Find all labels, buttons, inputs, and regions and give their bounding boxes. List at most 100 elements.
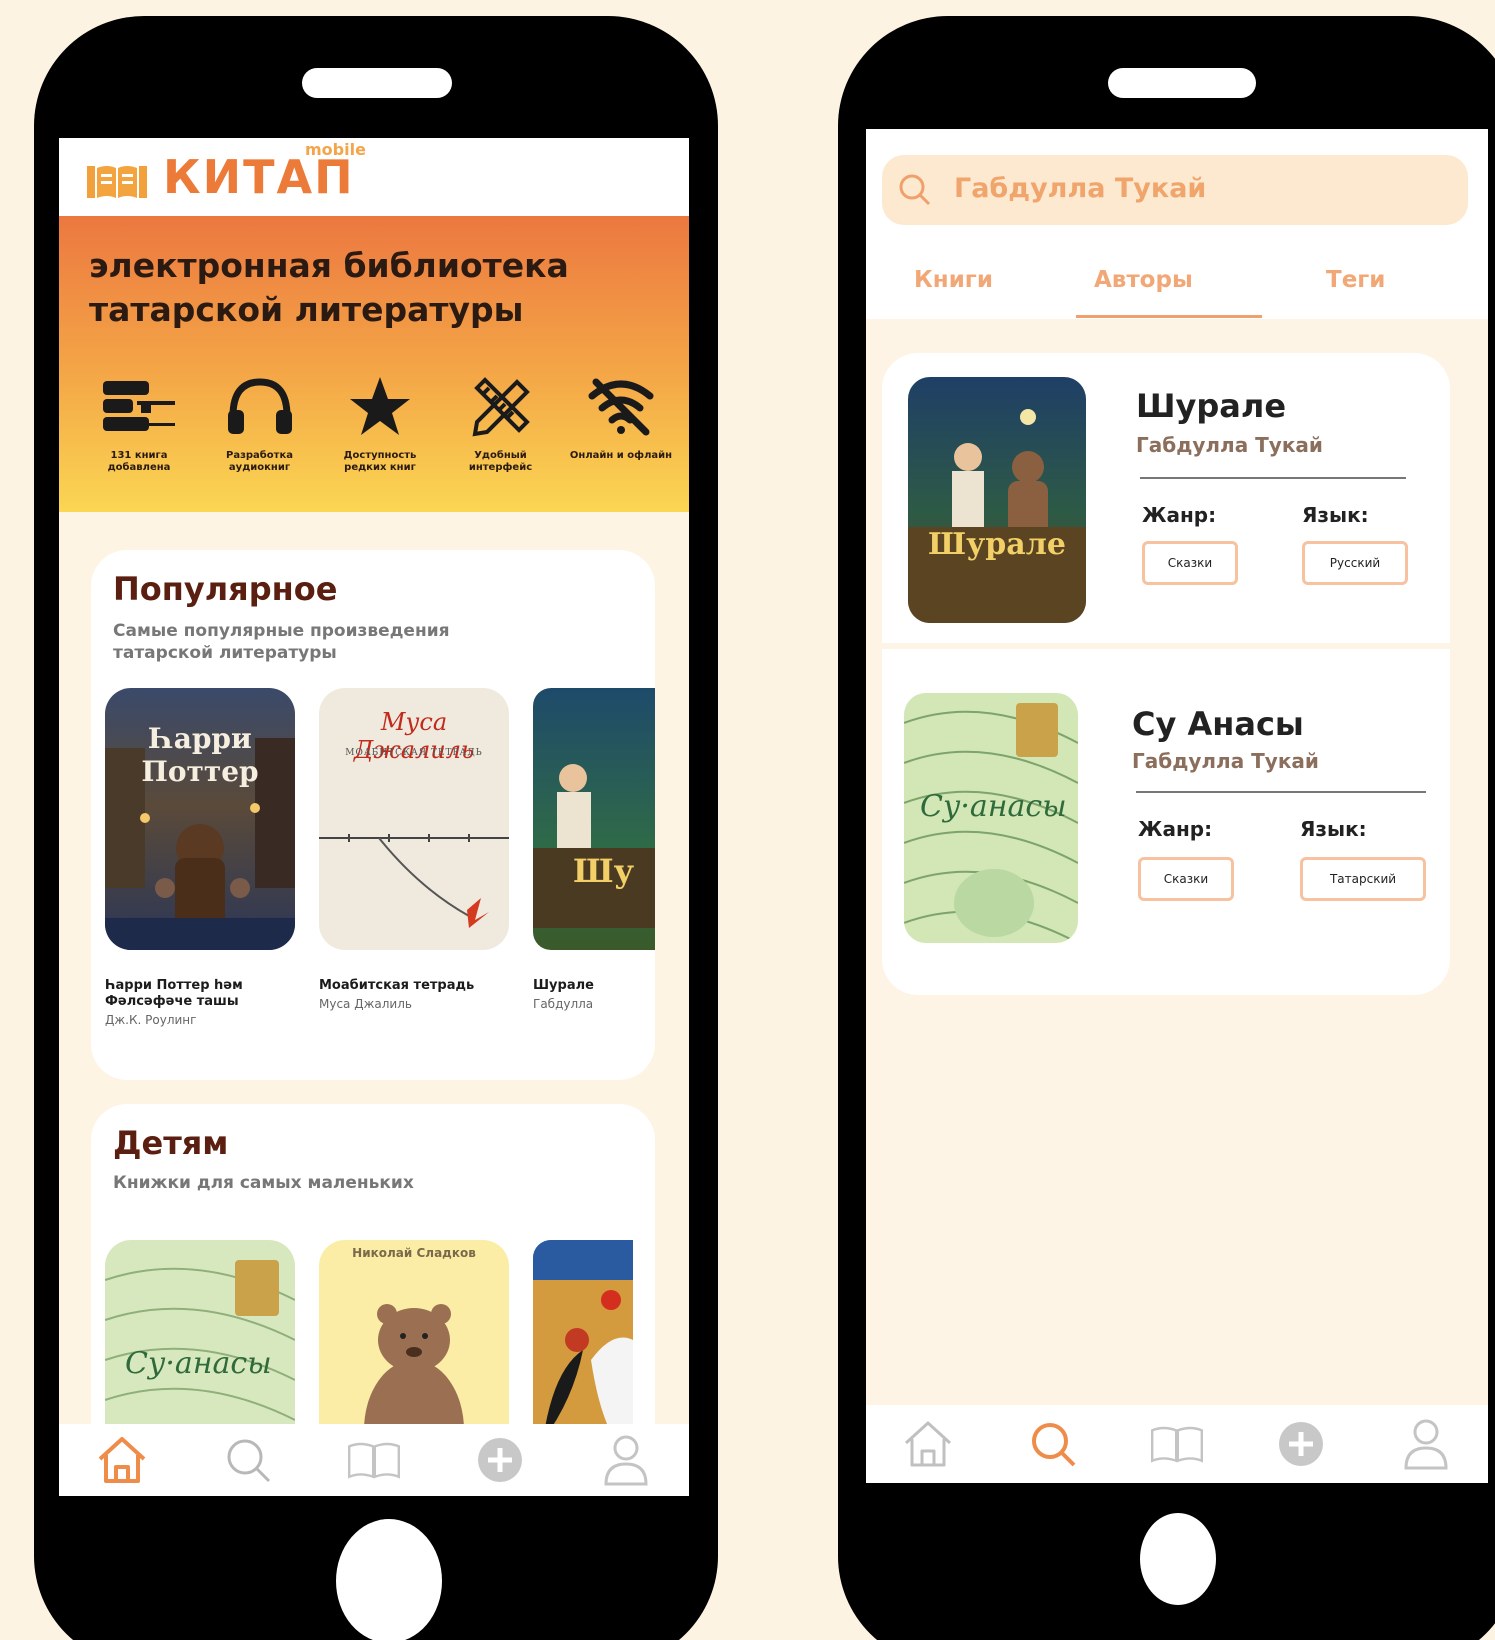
- tab-add[interactable]: [472, 1432, 528, 1488]
- search-query: Габдулла Тукай: [954, 173, 1207, 204]
- search-screen: Габдулла Тукай Книги Авторы Теги Шурале …: [866, 129, 1488, 1483]
- tab-profile[interactable]: [1398, 1416, 1454, 1472]
- feature-list: 131 книга добавлена Разработка аудиокниг: [85, 368, 675, 474]
- result-card-shurale[interactable]: Шурале Шурале Габдулла Тукай Жанр: Язык:…: [882, 353, 1450, 643]
- home-screen: КИТАП mobile электронная библиотека тата…: [59, 138, 689, 1496]
- section-title: Популярное: [113, 570, 338, 608]
- section-subtitle: Книжки для самых маленьких: [113, 1173, 414, 1193]
- book-cover[interactable]: Шурале: [908, 377, 1086, 623]
- tab-library[interactable]: [346, 1432, 402, 1488]
- feature-label: 131 книга добавлена: [107, 450, 171, 473]
- language-label: Язык:: [1302, 503, 1369, 527]
- book-title: Шурале: [533, 978, 594, 993]
- tab-home[interactable]: [900, 1416, 956, 1472]
- result-author: Габдулла Тукай: [1132, 749, 1319, 773]
- divider: [1136, 791, 1426, 793]
- book-logo-icon: [87, 166, 147, 198]
- genre-label: Жанр:: [1138, 817, 1213, 841]
- cover-title: Шу: [573, 852, 635, 890]
- app-header: КИТАП mobile: [59, 138, 689, 216]
- genre-label: Жанр:: [1142, 503, 1217, 527]
- popular-section: Популярное Самые популярные произведения…: [91, 550, 655, 1080]
- tab-add[interactable]: [1273, 1416, 1329, 1472]
- feature-label: Доступность редких книг: [343, 450, 417, 473]
- bottom-navigation: [866, 1405, 1488, 1483]
- headphones-icon: [227, 378, 292, 434]
- profile-icon: [604, 1435, 648, 1486]
- tab-search[interactable]: [1025, 1416, 1081, 1472]
- book-author: Дж.К. Роулинг: [105, 1013, 197, 1027]
- feature-rare-books: Доступность редких книг: [326, 368, 434, 474]
- book-cover[interactable]: Муса Джалиль МОАБИТСКАЯ ТЕТРАДЬ: [319, 688, 509, 950]
- result-title: Шурале: [1136, 387, 1287, 425]
- cover-title: Шурале: [928, 527, 1066, 562]
- result-card-su-anasy[interactable]: Су·анасы Су Анасы Габдулла Тукай Жанр: Я…: [882, 649, 1450, 995]
- book-icon: [1150, 1426, 1203, 1463]
- phone-search: Габдулла Тукай Книги Авторы Теги Шурале …: [838, 16, 1495, 1640]
- profile-icon: [1404, 1419, 1448, 1470]
- feature-label: Онлайн и офлайн: [569, 450, 673, 461]
- bookshelf-icon: [103, 381, 175, 431]
- home-button[interactable]: [1140, 1513, 1216, 1605]
- book-author: Муса Джалиль: [319, 997, 412, 1011]
- hero-banner: электронная библиотека татарской литерат…: [59, 216, 689, 512]
- book-card-harry-potter[interactable]: Һарри Поттер Һарри Поттер һәм Фәлсәфәче …: [105, 688, 295, 1028]
- cover-title: Су·анасы: [920, 789, 1067, 824]
- hero-title: электронная библиотека татарской литерат…: [89, 246, 569, 329]
- search-input[interactable]: Габдулла Тукай: [882, 155, 1468, 225]
- wifi-off-icon: [588, 378, 654, 436]
- result-author: Габдулла Тукай: [1136, 433, 1323, 457]
- tab-books[interactable]: Книги: [914, 267, 993, 293]
- feature-interface: Удобный интерфейс: [447, 368, 555, 474]
- feature-label: Разработка аудиокниг: [226, 450, 293, 473]
- cover-title: Су·анасы: [125, 1346, 272, 1381]
- language-label: Язык:: [1300, 817, 1367, 841]
- plus-icon: [478, 1438, 522, 1482]
- feature-books-count: 131 книга добавлена: [85, 368, 193, 474]
- feature-label: Удобный интерфейс: [468, 450, 533, 473]
- tab-home[interactable]: [94, 1432, 150, 1488]
- book-title: Һарри Поттер һәм Фәлсәфәче ташы: [105, 978, 243, 1009]
- home-button[interactable]: [336, 1519, 442, 1640]
- bottom-navigation: [59, 1424, 689, 1496]
- section-subtitle: Самые популярные произведения татарской …: [113, 621, 450, 663]
- speaker: [1108, 68, 1256, 98]
- tab-profile[interactable]: [598, 1432, 654, 1488]
- cover-title: Һарри Поттер: [141, 722, 259, 788]
- tab-authors[interactable]: Авторы: [1094, 267, 1193, 293]
- active-tab-indicator: [1076, 315, 1262, 318]
- genre-chip[interactable]: Сказки: [1142, 541, 1238, 585]
- home-icon: [905, 1421, 952, 1467]
- feature-audiobooks: Разработка аудиокниг: [206, 368, 314, 474]
- star-icon: [350, 377, 410, 435]
- language-chip[interactable]: Русский: [1302, 541, 1408, 585]
- book-author: Габдулла: [533, 997, 594, 1011]
- search-icon: [1031, 1423, 1075, 1467]
- search-icon: [899, 174, 931, 206]
- speaker: [302, 68, 452, 98]
- search-tabs: Книги Авторы Теги: [866, 237, 1488, 319]
- home-icon: [98, 1437, 146, 1483]
- language-chip[interactable]: Татарский: [1300, 857, 1426, 901]
- book-card-moabit[interactable]: Муса Джалиль МОАБИТСКАЯ ТЕТРАДЬ Моабитск…: [319, 688, 509, 1012]
- genre-chip[interactable]: Сказки: [1138, 857, 1234, 901]
- tab-library[interactable]: [1149, 1416, 1205, 1472]
- book-card-shurale[interactable]: Шу Шурале Габдулла: [533, 688, 655, 1012]
- feature-offline: Онлайн и офлайн: [567, 368, 675, 474]
- phone-home: КИТАП mobile электронная библиотека тата…: [34, 16, 718, 1640]
- pencil-ruler-icon: [472, 377, 530, 437]
- section-title: Детям: [113, 1124, 229, 1162]
- book-title: Моабитская тетрадь: [319, 978, 475, 993]
- search-results: Шурале Шурале Габдулла Тукай Жанр: Язык:…: [882, 353, 1450, 1019]
- plus-icon: [1279, 1422, 1324, 1466]
- divider: [1140, 477, 1406, 479]
- book-cover[interactable]: Су·анасы: [904, 693, 1078, 943]
- search-icon: [227, 1439, 271, 1483]
- book-icon: [348, 1442, 400, 1479]
- tab-tags[interactable]: Теги: [1326, 267, 1385, 293]
- book-cover[interactable]: Һарри Поттер: [105, 688, 295, 950]
- result-title: Су Анасы: [1132, 705, 1304, 743]
- app-logo-tag: mobile: [305, 140, 366, 159]
- book-cover[interactable]: Шу: [533, 688, 655, 950]
- tab-search[interactable]: [220, 1432, 276, 1488]
